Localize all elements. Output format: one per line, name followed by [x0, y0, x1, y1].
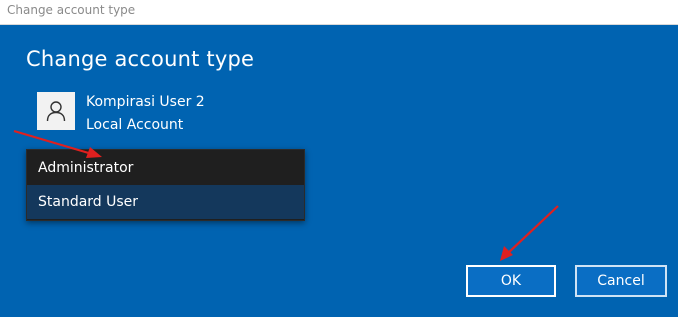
user-avatar [37, 92, 75, 130]
title-bar: Change account type [0, 0, 678, 25]
person-icon [46, 101, 66, 122]
cancel-button[interactable]: Cancel [575, 265, 667, 297]
change-account-type-window: Change account type Change account type … [0, 0, 678, 317]
user-name: Kompirasi User 2 [86, 94, 205, 110]
dropdown-option-administrator[interactable]: Administrator [27, 151, 304, 185]
dropdown-option-standard-user[interactable]: Standard User [27, 185, 304, 219]
dialog-heading: Change account type [26, 47, 255, 71]
ok-button[interactable]: OK [466, 265, 556, 297]
window-title: Change account type [7, 3, 136, 17]
account-type-dropdown[interactable]: Administrator Standard User [26, 149, 305, 221]
annotation-arrow-ok [500, 205, 559, 261]
user-account-type: Local Account [86, 117, 184, 133]
